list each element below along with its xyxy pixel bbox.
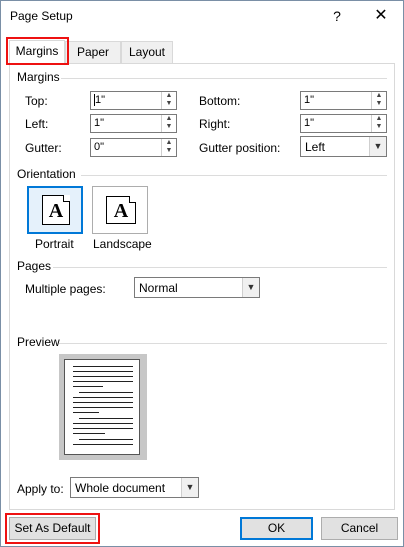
spin-up-icon[interactable]: ▲	[162, 115, 176, 123]
left-label: Left:	[25, 117, 49, 131]
top-label: Top:	[25, 94, 48, 108]
page-setup-dialog: Page Setup ? ✕ Margins Paper Layout Marg…	[0, 0, 404, 547]
window-title: Page Setup	[10, 9, 73, 23]
right-label: Right:	[199, 117, 231, 131]
portrait-label: Portrait	[35, 237, 74, 251]
page-preview	[59, 354, 147, 460]
preview-line	[73, 412, 99, 413]
gutter-label: Gutter:	[25, 141, 62, 155]
preview-line	[73, 407, 133, 408]
title-bar: Page Setup ? ✕	[1, 1, 403, 32]
tab-paper[interactable]: Paper	[65, 41, 121, 63]
gutter-position-value: Left	[305, 140, 326, 154]
spin-down-icon[interactable]: ▼	[162, 147, 176, 155]
tab-layout[interactable]: Layout	[121, 41, 173, 63]
landscape-label: Landscape	[93, 237, 152, 251]
preview-line	[73, 366, 133, 367]
bottom-margin-value: 1"	[304, 94, 315, 106]
preview-line	[73, 428, 133, 429]
preview-line	[73, 433, 105, 434]
right-margin-input[interactable]: 1" ▲ ▼	[300, 114, 387, 133]
left-margin-input[interactable]: 1" ▲ ▼	[90, 114, 177, 133]
gutter-spinner[interactable]: ▲ ▼	[161, 139, 176, 156]
bottom-label: Bottom:	[199, 94, 241, 108]
spin-down-icon[interactable]: ▼	[162, 123, 176, 131]
right-margin-value: 1"	[304, 117, 315, 129]
preview-line	[79, 418, 133, 419]
gutter-value: 0"	[94, 141, 105, 153]
top-spinner[interactable]: ▲ ▼	[161, 92, 176, 109]
preview-line	[73, 381, 133, 382]
pages-divider	[53, 267, 387, 268]
preview-divider	[59, 343, 387, 344]
pages-group-label: Pages	[17, 259, 56, 273]
set-as-default-button[interactable]: Set As Default	[9, 517, 96, 540]
preview-line	[73, 402, 133, 403]
close-icon[interactable]: ✕	[369, 5, 393, 27]
apply-to-label: Apply to:	[17, 482, 64, 496]
left-margin-value: 1"	[94, 117, 105, 129]
preview-line	[73, 397, 133, 398]
margins-divider	[61, 78, 387, 79]
spin-up-icon[interactable]: ▲	[372, 115, 386, 123]
apply-to-select[interactable]: Whole document ▼	[70, 477, 199, 498]
spin-down-icon[interactable]: ▼	[372, 100, 386, 108]
preview-line	[79, 439, 133, 440]
top-margin-input[interactable]: 1" ▲ ▼	[90, 91, 177, 110]
bottom-margin-input[interactable]: 1" ▲ ▼	[300, 91, 387, 110]
landscape-page-icon: A	[106, 196, 136, 224]
multiple-pages-label: Multiple pages:	[25, 282, 106, 296]
portrait-page-icon: A	[42, 195, 70, 225]
spin-down-icon[interactable]: ▼	[162, 100, 176, 108]
portrait-button[interactable]: A	[27, 186, 83, 234]
spin-up-icon[interactable]: ▲	[372, 92, 386, 100]
spin-up-icon[interactable]: ▲	[162, 92, 176, 100]
chevron-down-icon[interactable]: ▼	[242, 278, 259, 297]
tab-margins[interactable]: Margins	[9, 40, 65, 64]
right-spinner[interactable]: ▲ ▼	[371, 115, 386, 132]
apply-to-value: Whole document	[75, 481, 166, 495]
margins-group-label: Margins	[17, 70, 64, 84]
landscape-button[interactable]: A	[92, 186, 148, 234]
preview-page	[64, 359, 140, 455]
orientation-group-label: Orientation	[17, 167, 80, 181]
left-spinner[interactable]: ▲ ▼	[161, 115, 176, 132]
gutter-position-select[interactable]: Left ▼	[300, 136, 387, 157]
chevron-down-icon[interactable]: ▼	[369, 137, 386, 156]
preview-line	[79, 392, 133, 393]
spin-down-icon[interactable]: ▼	[372, 123, 386, 131]
preview-line	[73, 444, 133, 445]
chevron-down-icon[interactable]: ▼	[181, 478, 198, 497]
preview-line	[73, 371, 133, 372]
preview-group-label: Preview	[17, 335, 64, 349]
multiple-pages-value: Normal	[139, 281, 178, 295]
ok-button[interactable]: OK	[240, 517, 313, 540]
multiple-pages-select[interactable]: Normal ▼	[134, 277, 260, 298]
gutter-input[interactable]: 0" ▲ ▼	[90, 138, 177, 157]
preview-line	[73, 376, 133, 377]
orientation-divider	[81, 175, 387, 176]
cancel-button[interactable]: Cancel	[321, 517, 398, 540]
help-icon[interactable]: ?	[327, 6, 347, 26]
gutter-position-label: Gutter position:	[199, 141, 281, 155]
preview-line	[73, 423, 133, 424]
bottom-spinner[interactable]: ▲ ▼	[371, 92, 386, 109]
preview-line	[73, 386, 103, 387]
spin-up-icon[interactable]: ▲	[162, 139, 176, 147]
top-margin-value: 1"	[95, 94, 106, 106]
